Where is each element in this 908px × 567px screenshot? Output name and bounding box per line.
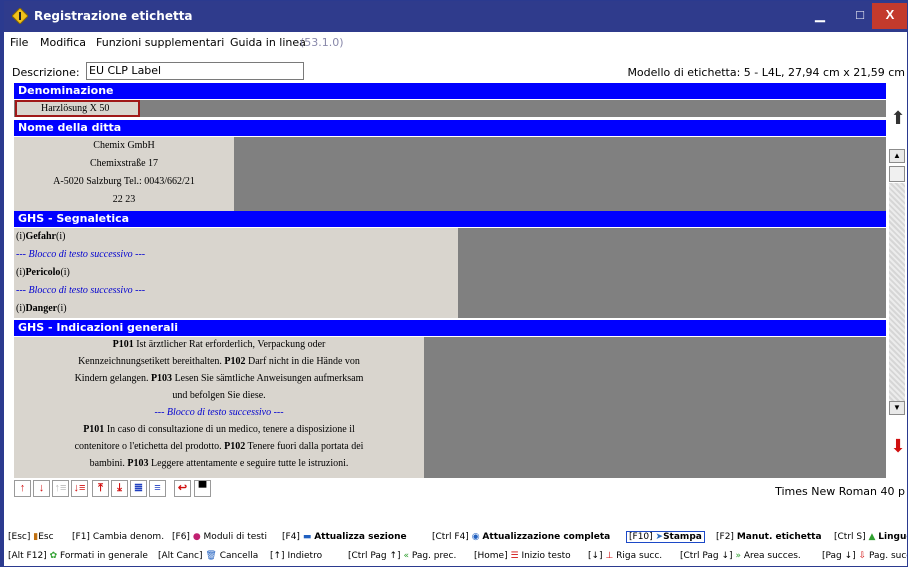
p-text: Tenere fuori dalla portata dei (245, 441, 364, 452)
next-block-marker: --- Blocco di testo successivo --- (154, 407, 284, 418)
menu-extra[interactable]: Funzioni supplementari (96, 36, 224, 49)
company-line: Chemix GmbH (93, 140, 155, 151)
fkey-f1[interactable]: [F1] Cambia denom. (72, 532, 164, 542)
signal-word: Pericolo (25, 267, 61, 278)
p-text: Kindern gelangen. (74, 373, 151, 384)
p-text: Leggere attentamente e seguire tutte le … (148, 458, 349, 469)
menu-edit[interactable]: Modifica (40, 36, 86, 49)
p-code: P101 (83, 424, 105, 435)
section-up-icon[interactable]: ⤒ (92, 480, 109, 497)
vertical-scrollbar[interactable]: ⬆ ▲ ▼ ⬇ (886, 83, 907, 478)
grey-area (14, 100, 886, 117)
precautionary-block[interactable]: P101 Ist ärztlicher Rat erforderlich, Ve… (14, 337, 424, 478)
version-label: (53.1.0) (300, 36, 344, 49)
scroll-top-arrow-icon[interactable]: ⬆ (889, 101, 907, 135)
menu-help[interactable]: Guida in linea (230, 36, 306, 49)
info-marker: (i) (56, 231, 66, 242)
label-model-info: Modello di etichetta: 5 - L4L, 27,94 cm … (627, 66, 905, 79)
section-header-ghs-general[interactable]: GHS - Indicazioni generali (14, 320, 886, 336)
info-marker: (i) (60, 267, 70, 278)
function-key-bar-2: [Alt F12] ✿ Formati in generale [Alt Can… (8, 550, 907, 566)
section-header-ditta[interactable]: Nome della ditta (14, 120, 886, 136)
function-key-bar-1: [Esc] ▮Esc [F1] Cambia denom. [F6] ● Mod… (8, 531, 907, 547)
grey-area (458, 228, 886, 318)
fkey-f10-print[interactable]: [F10] ➤Stampa (626, 531, 705, 543)
p-text: Ist ärztlicher Rat erforderlich, Verpack… (133, 339, 326, 350)
signal-word: Gefahr (25, 231, 56, 242)
p-text: Lesen Sie sämtliche Anweisungen aufmerks… (172, 373, 364, 384)
font-info: Times New Roman 40 p (775, 485, 905, 498)
edit-toolbar: ↑ ↓ ↑≡ ↓≡ ⤒ ⤓ ≣ ≡ ↩ ▀ (14, 480, 434, 498)
label-editor-area: Denominazione Harzlösung X 50 Nome della… (14, 83, 886, 478)
main-window: Registrazione etichetta ▁ □ X File Modif… (0, 0, 908, 567)
p-code: P103 (150, 373, 173, 384)
fkey-alt-canc[interactable]: [Alt Canc] 🗑 Cancella (158, 551, 258, 561)
arrow-up-icon[interactable]: ↑ (14, 480, 31, 497)
next-block-marker: --- Blocco di testo successivo --- (16, 285, 146, 296)
p-text: In caso di consultazione di un medico, t… (104, 424, 355, 435)
window-title: Registrazione etichetta (34, 9, 193, 23)
fkey-esc[interactable]: [Esc] ▮Esc (8, 532, 54, 542)
p-code: P101 (112, 339, 134, 350)
grey-area (234, 137, 886, 211)
description-input[interactable]: EU CLP Label (86, 62, 304, 80)
next-block-marker: --- Blocco di testo successivo --- (16, 249, 146, 260)
fkey-f4[interactable]: [F4] ▬ Attualizza sezione (282, 532, 407, 542)
company-block[interactable]: Chemix GmbH Chemixstraße 17 A-5020 Salzb… (14, 137, 234, 211)
diamond-app-icon (12, 8, 28, 24)
fkey-f6[interactable]: [F6] ● Moduli di testi (172, 532, 267, 542)
fkey-ctrl-pgdn[interactable]: [Ctrl Pag ↓] » Area succes. (680, 551, 801, 561)
company-line: Chemixstraße 17 (89, 158, 159, 169)
fkey-alt-f12[interactable]: [Alt F12] ✿ Formati in generale (8, 551, 148, 561)
scroll-bottom-arrow-icon[interactable]: ⬇ (889, 429, 907, 463)
title-bar: Registrazione etichetta ▁ □ X (4, 1, 907, 32)
line-up-icon[interactable]: ↑≡ (52, 480, 69, 497)
company-line: 22 23 (112, 194, 136, 205)
section-header-ghs-signal[interactable]: GHS - Segnaletica (14, 211, 886, 227)
menu-bar: File Modifica Funzioni supplementari Gui… (4, 34, 907, 52)
fkey-ctrl-f4[interactable]: [Ctrl F4] ◉ Attualizzazione completa (432, 532, 610, 542)
company-line: A-5020 Salzburg Tel.: 0043/662/21 (53, 176, 195, 187)
fkey-ctrl-s[interactable]: [Ctrl S] ▲ Lingue (834, 532, 907, 542)
scroll-down-button[interactable]: ▼ (889, 401, 905, 415)
fkey-up[interactable]: [↑] Indietro (270, 551, 322, 561)
fkey-f2[interactable]: [F2] Manut. etichetta (716, 532, 822, 542)
scroll-track[interactable] (889, 183, 905, 401)
info-marker: (i) (57, 303, 67, 314)
minimize-button[interactable]: ▁ (800, 3, 840, 29)
p-text: contenitore o l'etichetta del prodotto. (74, 441, 225, 452)
p-code: P102 (224, 441, 246, 452)
fkey-ctrl-pgup[interactable]: [Ctrl Pag ↑] « Pag. prec. (348, 551, 456, 561)
scroll-thumb[interactable] (889, 166, 905, 182)
description-label: Descrizione: (12, 66, 80, 79)
p-code: P103 (127, 458, 149, 469)
undo-icon[interactable]: ↩ (174, 480, 191, 497)
signal-word-block[interactable]: (i)Gefahr(i) --- Blocco di testo success… (14, 228, 458, 318)
print-icon[interactable]: ▀ (194, 480, 211, 497)
section-down-icon[interactable]: ⤓ (111, 480, 128, 497)
p-text: und befolgen Sie diese. (172, 390, 266, 401)
fkey-pgdn[interactable]: [Pag ↓] ⇩ Pag. succ (822, 551, 907, 561)
section-header-denominazione[interactable]: Denominazione (14, 83, 886, 99)
p-text: bambini. (89, 458, 128, 469)
scroll-up-button[interactable]: ▲ (889, 149, 905, 163)
line-down-icon[interactable]: ↓≡ (71, 480, 88, 497)
grey-area (424, 337, 886, 478)
p-code: P102 (224, 356, 246, 367)
menu-file[interactable]: File (10, 36, 28, 49)
arrow-down-icon[interactable]: ↓ (33, 480, 50, 497)
fkey-down[interactable]: [↓] ⊥ Riga succ. (588, 551, 662, 561)
close-button[interactable]: X (872, 3, 907, 29)
signal-word: Danger (25, 303, 58, 314)
p-text: Darf nicht in die Hände von (245, 356, 360, 367)
product-name-field[interactable]: Harzlösung X 50 (15, 100, 140, 117)
insert-line-icon[interactable]: ≣ (130, 480, 147, 497)
delete-line-icon[interactable]: ≡ (149, 480, 166, 497)
fkey-home[interactable]: [Home] ☰ Inizio testo (474, 551, 571, 561)
p-text: Kennzeichnungsetikett bereithalten. (78, 356, 225, 367)
